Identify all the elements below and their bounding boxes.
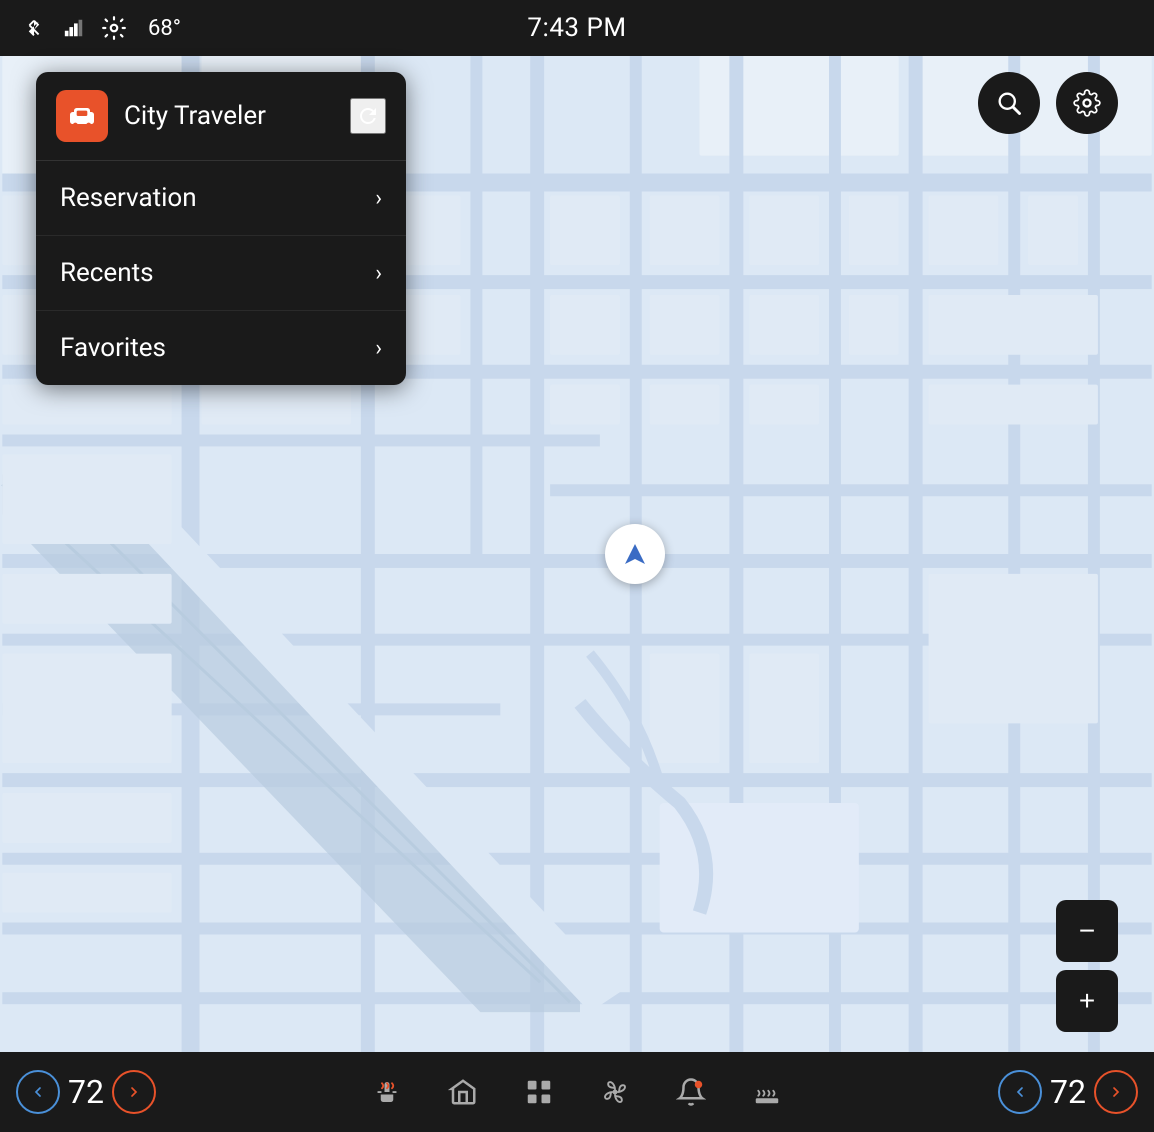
app-title: City Traveler	[124, 101, 334, 131]
status-settings-icon	[100, 14, 128, 42]
nav-item-grid[interactable]	[517, 1070, 561, 1114]
status-bar: 68° 7:43 PM	[0, 0, 1154, 56]
app-card: City Traveler Reservation › Recents › Fa…	[36, 72, 406, 385]
status-time: 7:43 PM	[527, 13, 626, 43]
app-header: City Traveler	[36, 72, 406, 161]
zoom-in-label: +	[1079, 985, 1095, 1017]
app-icon-wrapper	[56, 90, 108, 142]
recents-chevron: ›	[375, 261, 382, 286]
bluetooth-icon	[20, 14, 48, 42]
left-temp-controls: 72	[16, 1070, 156, 1114]
status-temperature: 68°	[148, 16, 181, 41]
right-temp-increase[interactable]	[1094, 1070, 1138, 1114]
location-marker	[605, 524, 665, 584]
zoom-out-button[interactable]: −	[1056, 900, 1118, 962]
right-temperature: 72	[1050, 1073, 1086, 1111]
menu-item-recents[interactable]: Recents ›	[36, 236, 406, 311]
settings-button[interactable]	[1056, 72, 1118, 134]
menu-item-favorites[interactable]: Favorites ›	[36, 311, 406, 385]
zoom-buttons: − +	[1056, 900, 1118, 1032]
reservation-label: Reservation	[60, 183, 197, 213]
favorites-chevron: ›	[375, 336, 382, 361]
recents-label: Recents	[60, 258, 154, 288]
zoom-in-button[interactable]: +	[1056, 970, 1118, 1032]
favorites-label: Favorites	[60, 333, 166, 363]
menu-item-reservation[interactable]: Reservation ›	[36, 161, 406, 236]
nav-item-fan[interactable]	[593, 1070, 637, 1114]
refresh-icon	[356, 104, 380, 128]
search-button[interactable]	[978, 72, 1040, 134]
top-right-buttons	[978, 72, 1118, 134]
reservation-chevron: ›	[375, 186, 382, 211]
right-temp-controls: 72	[998, 1070, 1138, 1114]
bottom-nav	[156, 1070, 998, 1114]
bottom-bar: 72	[0, 1052, 1154, 1132]
left-temp-decrease[interactable]	[16, 1070, 60, 1114]
refresh-button[interactable]	[350, 98, 386, 134]
car-icon	[66, 100, 98, 132]
settings-icon	[1073, 89, 1101, 117]
search-icon	[995, 89, 1023, 117]
nav-item-home[interactable]	[441, 1070, 485, 1114]
nav-item-heat-seat[interactable]	[365, 1070, 409, 1114]
left-temp-increase[interactable]	[112, 1070, 156, 1114]
signal-icon	[60, 14, 88, 42]
nav-item-bell[interactable]	[669, 1070, 713, 1114]
zoom-out-label: −	[1079, 915, 1095, 947]
right-temp-decrease[interactable]	[998, 1070, 1042, 1114]
nav-item-heat-rear[interactable]	[745, 1070, 789, 1114]
left-temperature: 72	[68, 1073, 104, 1111]
